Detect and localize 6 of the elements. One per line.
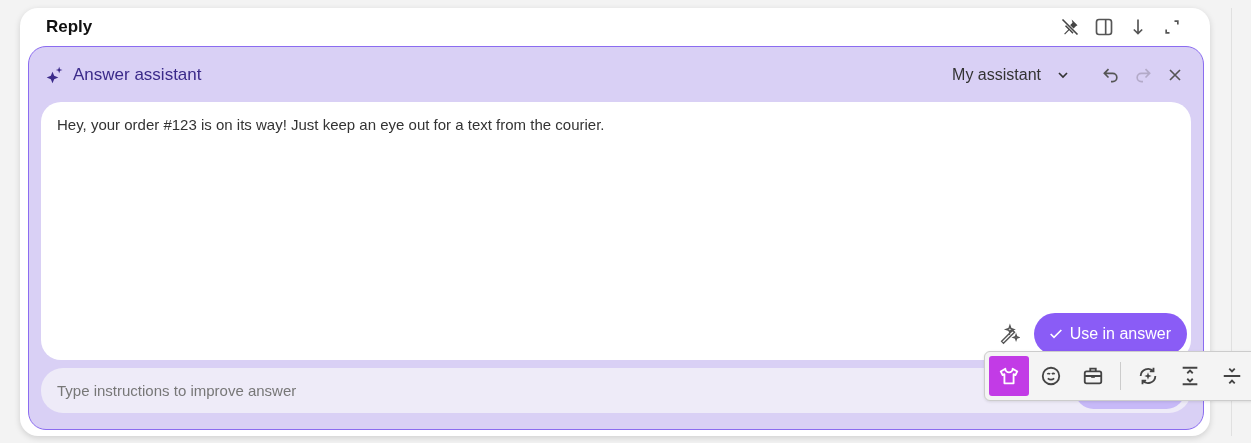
answer-box[interactable]: Hey, your order #123 is on its way! Just keep an eye out for a text from the courier. Use in answer	[41, 102, 1191, 360]
shirt-icon[interactable]	[989, 356, 1029, 396]
answer-text: Hey, your order #123 is on its way! Just keep an eye out for a text from the courier.	[57, 116, 606, 133]
assistant-dropdown[interactable]: My assistant	[946, 64, 1077, 85]
card-title: Reply	[46, 17, 93, 37]
panel-title: Answer assistant	[73, 64, 202, 85]
